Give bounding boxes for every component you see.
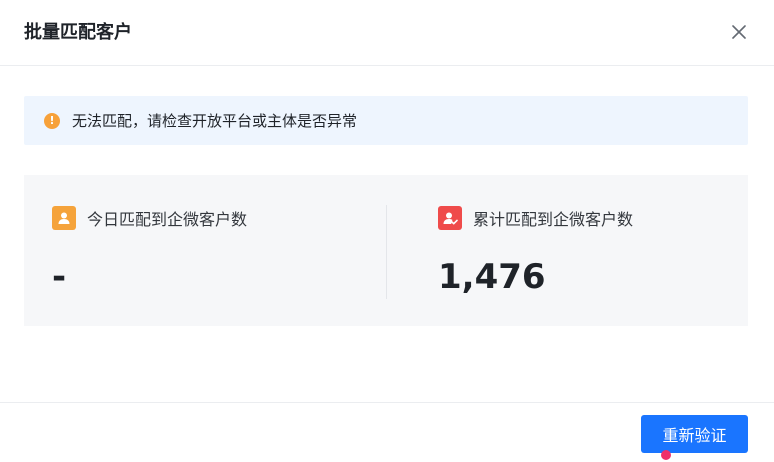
reverify-button[interactable]: 重新验证	[641, 415, 748, 453]
alert-message: 无法匹配，请检查开放平台或主体是否异常	[72, 112, 358, 130]
dialog-title: 批量匹配客户	[24, 22, 132, 43]
stat-today-value: -	[52, 257, 67, 297]
close-icon	[732, 25, 746, 39]
user-check-icon	[438, 206, 462, 230]
stat-today-label: 今日匹配到企微客户数	[87, 210, 248, 229]
close-button[interactable]	[726, 19, 752, 45]
stat-total-header: 累计匹配到企微客户数	[438, 206, 633, 230]
stat-total-label: 累计匹配到企微客户数	[473, 210, 634, 229]
user-icon	[52, 206, 76, 230]
stat-today-header: 今日匹配到企微客户数	[52, 206, 247, 230]
stat-total-value: 1,476	[438, 257, 546, 297]
stat-today: 今日匹配到企微客户数 -	[24, 175, 386, 326]
batch-match-dialog: 批量匹配客户 ! 无法匹配，请检查开放平台或主体是否异常 今日匹配到企微客户数 …	[0, 0, 774, 462]
warning-alert: ! 无法匹配，请检查开放平台或主体是否异常	[24, 96, 748, 145]
stat-total: 累计匹配到企微客户数 1,476	[386, 175, 748, 326]
cursor-indicator	[661, 450, 671, 460]
stats-panel: 今日匹配到企微客户数 - 累计匹配到企微客户数 1,476	[24, 175, 748, 326]
dialog-header: 批量匹配客户	[0, 0, 774, 66]
warning-icon: !	[44, 112, 60, 129]
